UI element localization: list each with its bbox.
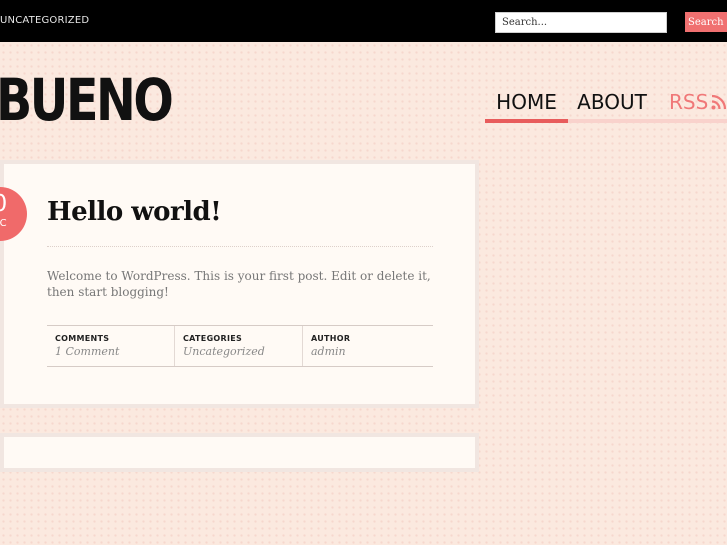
- meta-categories-label: Categories: [183, 334, 243, 343]
- secondary-card: [0, 433, 479, 472]
- rss-icon: [711, 94, 727, 110]
- search-button[interactable]: Search: [685, 12, 727, 32]
- nav-item-about-label: ABOUT: [577, 90, 647, 114]
- nav-item-home-label: HOME: [496, 90, 557, 114]
- post-title[interactable]: Hello world!: [47, 194, 222, 230]
- meta-comments: Comments 1 Comment: [47, 326, 174, 366]
- meta-categories: Categories Uncategorized: [174, 326, 302, 366]
- nav-item-rss-label: RSS: [669, 90, 709, 114]
- top-category-link[interactable]: Uncategorized: [0, 15, 89, 26]
- title-divider: [47, 246, 433, 247]
- nav-item-about[interactable]: ABOUT: [568, 88, 656, 123]
- nav-item-rss[interactable]: RSS: [656, 88, 727, 123]
- top-bar: Uncategorized Search: [0, 0, 727, 42]
- date-month: EC: [0, 218, 7, 229]
- post-excerpt: Welcome to WordPress. This is your first…: [47, 269, 431, 299]
- meta-author-link[interactable]: admin: [311, 345, 346, 358]
- site-logo[interactable]: BUENO: [0, 62, 174, 138]
- nav-item-home[interactable]: HOME: [485, 88, 568, 123]
- meta-categories-link[interactable]: Uncategorized: [183, 345, 265, 358]
- meta-comments-label: Comments: [55, 334, 110, 343]
- search-input[interactable]: [495, 12, 667, 33]
- post-meta: Comments 1 Comment Categories Uncategori…: [47, 325, 433, 367]
- meta-author: Author admin: [302, 326, 433, 366]
- meta-author-label: Author: [311, 334, 351, 343]
- date-day: 0: [0, 191, 27, 217]
- meta-comments-link[interactable]: 1 Comment: [55, 345, 119, 358]
